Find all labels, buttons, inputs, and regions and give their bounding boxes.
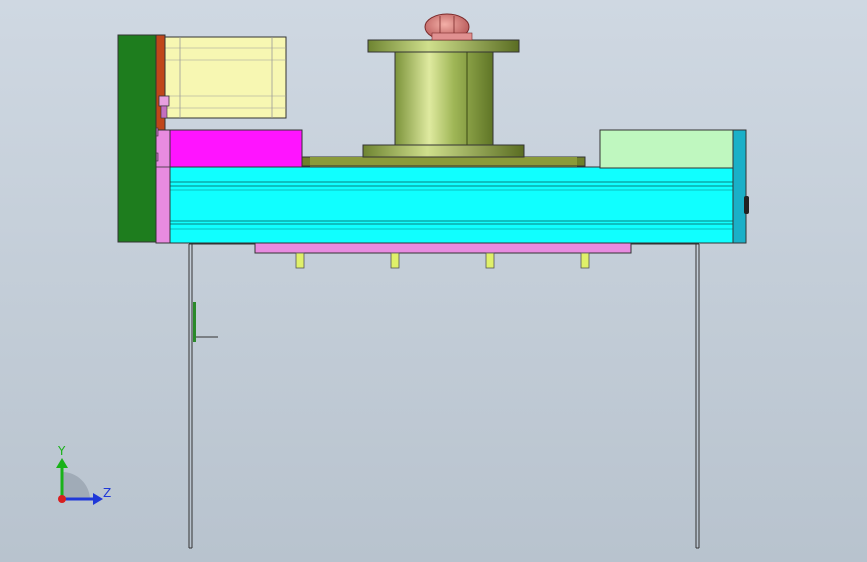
stud bbox=[390, 252, 400, 269]
stud bbox=[580, 252, 590, 269]
z-axis-arrow-icon bbox=[93, 493, 103, 505]
green-mounting-plate[interactable] bbox=[117, 34, 157, 243]
cyan-linear-rail[interactable] bbox=[169, 166, 735, 244]
top-cap[interactable] bbox=[424, 13, 473, 41]
z-axis-label: Z bbox=[103, 486, 111, 500]
stud bbox=[485, 252, 495, 269]
teal-end-cap[interactable] bbox=[732, 129, 749, 244]
yellow-studs bbox=[295, 252, 590, 269]
sensor-bracket bbox=[193, 302, 218, 342]
light-green-block[interactable] bbox=[599, 129, 734, 169]
assembly-drawing: Y Z bbox=[56, 13, 749, 549]
olive-base-plate[interactable] bbox=[301, 156, 586, 168]
y-axis-label: Y bbox=[57, 444, 66, 458]
pink-bottom-bar[interactable] bbox=[254, 242, 632, 254]
pink-side-bar[interactable] bbox=[155, 129, 171, 244]
y-axis-arrow-icon bbox=[56, 458, 68, 468]
magenta-block[interactable] bbox=[167, 129, 303, 168]
spool-drum[interactable] bbox=[362, 39, 525, 158]
x-axis-dot-icon bbox=[58, 495, 66, 503]
cad-viewport[interactable]: Y Z bbox=[0, 0, 867, 562]
coordinate-triad: Y Z bbox=[56, 444, 111, 505]
support-frame bbox=[188, 243, 700, 549]
motor-body[interactable] bbox=[164, 36, 287, 119]
stud bbox=[295, 252, 305, 269]
